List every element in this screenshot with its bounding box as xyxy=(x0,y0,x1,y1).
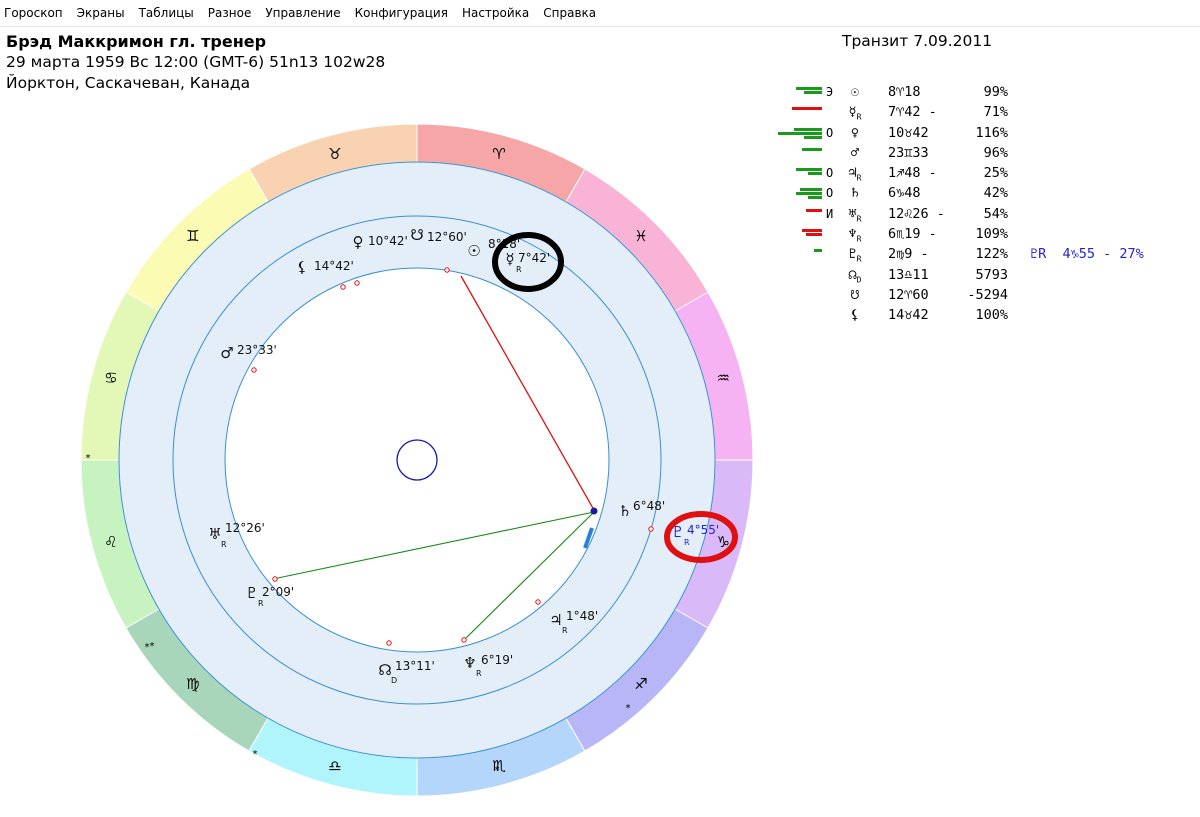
planet-marker xyxy=(444,267,450,273)
uranus-icon: ♅ xyxy=(208,525,221,543)
planet-marker xyxy=(272,576,278,582)
pluto-degree-label: 2°09' xyxy=(262,585,294,599)
saturn-degree-label: 6°48' xyxy=(633,499,665,513)
planet-marker xyxy=(648,526,654,532)
uranus-degree-label: 12°26' xyxy=(225,521,265,535)
natal-wheel[interactable]: ♈♉♊♋♌♍♎ ♏♐♑♒♓♀ 10°42' ☋ 12°60'☉ 8°18'☿R7°42'⚸… xyxy=(0,0,1200,817)
retro-marker: R xyxy=(476,669,482,678)
zodiac-sign-icon: ♈ xyxy=(492,145,505,163)
planet-marker xyxy=(461,637,467,643)
node-south-icon: ☋ xyxy=(410,226,423,244)
star-marker: * xyxy=(626,703,631,714)
zodiac-sign-icon: ♊ xyxy=(186,227,199,245)
retro-marker: R xyxy=(562,626,568,635)
planet-marker xyxy=(386,640,392,646)
jupiter-degree-label: 1°48' xyxy=(566,609,598,623)
pluto-icon: ♇ xyxy=(245,584,258,602)
transit-pluto-degree-label: 4°55' xyxy=(687,523,719,537)
star-marker: * xyxy=(253,749,258,760)
node-north-degree-label: 13°11' xyxy=(395,659,435,673)
star-marker: * xyxy=(86,453,91,464)
lilith-icon: ⚸ xyxy=(297,258,308,276)
mercury-icon: ☿ xyxy=(505,250,514,268)
mercury-degree-label: 7°42' xyxy=(518,251,550,265)
retro-marker: R xyxy=(684,538,690,547)
sun-icon: ☉ xyxy=(467,242,480,260)
star-marker: * xyxy=(495,765,500,776)
neptune-degree-label: 6°19' xyxy=(481,653,513,667)
mars-degree-label: 23°33' xyxy=(237,343,277,357)
zodiac-sign-icon: ♓ xyxy=(634,227,647,245)
venus-degree-label: 10°42' xyxy=(368,234,408,248)
venus-icon: ♀ xyxy=(353,233,364,251)
retro-marker: D xyxy=(391,676,397,685)
retro-marker: R xyxy=(516,265,522,274)
retro-marker: R xyxy=(258,599,264,608)
zodiac-sign-icon: ♍ xyxy=(186,675,199,693)
zodiac-sign-icon: ♌ xyxy=(104,533,117,551)
retro-marker: R xyxy=(221,540,227,549)
planet-marker xyxy=(251,367,257,373)
lilith-degree-label: 14°42' xyxy=(314,259,354,273)
node-north-icon: ☊ xyxy=(378,661,391,679)
jupiter-icon: ♃ xyxy=(549,611,562,629)
star-marker: * xyxy=(150,641,155,652)
saturn-icon: ♄ xyxy=(618,502,631,520)
zodiac-sign-icon: ♋ xyxy=(104,369,117,387)
zodiac-sign-icon: ♒ xyxy=(716,369,729,387)
zodiac-sign-icon: ♎ xyxy=(328,757,341,775)
node-south-degree-label: 12°60' xyxy=(427,230,467,244)
planet-marker xyxy=(354,280,360,286)
mars-icon: ♂ xyxy=(220,344,233,362)
zodiac-sign-icon: ♉ xyxy=(328,145,341,163)
planet-marker xyxy=(340,284,346,290)
aspect-hub xyxy=(590,507,598,515)
planet-marker xyxy=(535,599,541,605)
neptune-icon: ♆ xyxy=(463,654,476,672)
zodiac-sign-icon: ♐ xyxy=(634,675,647,693)
